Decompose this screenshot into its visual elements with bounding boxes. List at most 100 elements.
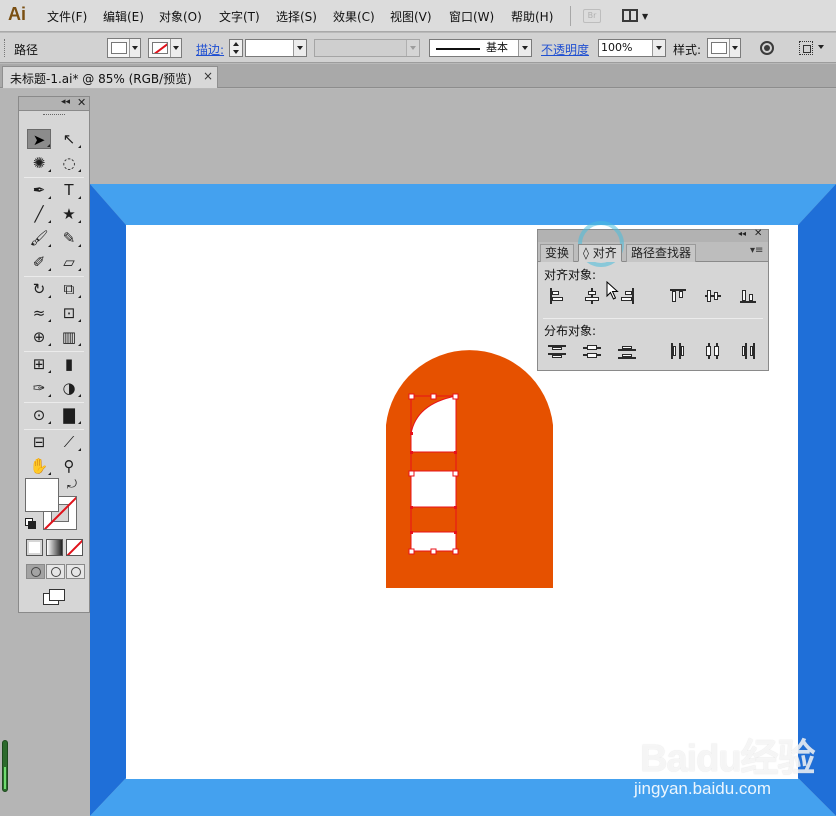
tools-panel-header[interactable]: ◂◂ ✕ <box>19 96 89 111</box>
menu-view[interactable]: 视图(V) <box>390 8 432 25</box>
blob-brush-icon[interactable]: ✐ <box>27 252 51 272</box>
horizontal-align-left-icon[interactable] <box>548 288 566 304</box>
document-tab[interactable]: 未标题-1.ai* @ 85% (RGB/预览) × <box>2 66 218 88</box>
pencil-icon[interactable]: ✎ <box>57 228 81 248</box>
horizontal-align-right-icon[interactable] <box>618 288 636 304</box>
default-fill-stroke-icon[interactable] <box>25 518 36 529</box>
stroke-panel-link[interactable]: 描边: <box>196 41 224 58</box>
menu-type[interactable]: 文字(T) <box>219 8 260 25</box>
lasso-icon[interactable]: ◌ <box>57 153 81 173</box>
vertical-align-top-icon[interactable] <box>669 288 687 304</box>
stroke-weight-field[interactable] <box>245 39 307 57</box>
screen-mode-icon[interactable] <box>43 589 65 605</box>
type-tool-icon[interactable]: T <box>57 180 81 200</box>
document-tab-title: 未标题-1.ai* @ 85% (RGB/预览) <box>10 72 192 86</box>
color-mode-button[interactable] <box>26 539 43 556</box>
align-panel: ◂◂ ✕ 变换 ◊ 对齐 路径查找器 ▾≡ 对齐对象: 分布对象: <box>537 228 769 371</box>
recolor-artwork-icon[interactable] <box>760 41 774 55</box>
width-tool-icon[interactable]: ≈ <box>27 303 51 323</box>
variable-width-profile-dropdown[interactable] <box>314 39 420 57</box>
vertical-align-bottom-icon[interactable] <box>739 288 757 304</box>
draw-inside-icon[interactable] <box>66 564 85 579</box>
collapse-icon[interactable]: ◂◂ <box>61 97 70 107</box>
zoom-tool-icon[interactable]: ⚲ <box>57 456 81 476</box>
blend-icon[interactable]: ◑ <box>57 378 81 398</box>
tab-align[interactable]: ◊ 对齐 <box>578 244 622 262</box>
horizontal-distribute-right-icon[interactable] <box>739 343 757 359</box>
tab-transform[interactable]: 变换 <box>540 244 575 262</box>
transform-icon[interactable] <box>799 41 813 55</box>
stroke-color-dropdown[interactable] <box>148 38 182 58</box>
watermark-logo: Baidu经验 <box>640 738 816 780</box>
panel-grip[interactable] <box>4 39 7 57</box>
menu-effect[interactable]: 效果(C) <box>333 8 375 25</box>
paintbrush-icon[interactable]: 🖌 <box>27 228 51 248</box>
opacity-panel-link[interactable]: 不透明度 <box>541 41 589 58</box>
vertical-distribute-center-icon[interactable] <box>583 343 601 359</box>
eyedropper-icon[interactable]: ✑ <box>27 378 51 398</box>
close-icon[interactable]: ✕ <box>77 96 86 109</box>
stroke-weight-stepper[interactable] <box>229 39 243 57</box>
line-tool-icon[interactable]: ╱ <box>27 204 51 224</box>
chevron-down-icon <box>297 46 303 50</box>
eraser-icon[interactable]: ▱ <box>57 252 81 272</box>
graphic-style-dropdown[interactable] <box>707 38 741 58</box>
menu-edit[interactable]: 编辑(E) <box>103 8 144 25</box>
menu-help[interactable]: 帮助(H) <box>511 8 553 25</box>
selection-tool-icon[interactable]: ➤ <box>27 129 51 149</box>
rotate-icon[interactable]: ↻ <box>27 279 51 299</box>
control-bar: 路径 描边: 基本 不透明度 100% 样式: <box>0 33 836 63</box>
fill-color-dropdown[interactable] <box>107 38 141 58</box>
brush-profile-label: 基本 <box>486 41 508 54</box>
close-icon[interactable]: ✕ <box>754 228 762 239</box>
brush-definition-dropdown[interactable]: 基本 <box>429 39 532 57</box>
scroll-indicator[interactable] <box>2 740 8 792</box>
magic-wand-icon[interactable]: ✺ <box>27 153 51 173</box>
symbol-sprayer-icon[interactable]: ⊙ <box>27 405 51 425</box>
close-icon[interactable]: × <box>203 69 213 83</box>
perspective-grid-icon[interactable]: ▥ <box>57 327 81 347</box>
horizontal-align-center-icon[interactable] <box>583 288 601 304</box>
menu-window[interactable]: 窗口(W) <box>449 8 494 25</box>
fill-color-swatch[interactable] <box>25 478 59 512</box>
menu-select[interactable]: 选择(S) <box>276 8 317 25</box>
hand-tool-icon[interactable]: ✋ <box>27 456 51 476</box>
chevron-down-icon[interactable] <box>818 45 824 49</box>
gradient-mode-button[interactable] <box>46 539 63 556</box>
vertical-align-center-icon[interactable] <box>704 288 722 304</box>
arch-artwork[interactable] <box>380 338 560 594</box>
none-mode-button[interactable] <box>66 539 83 556</box>
scale-icon[interactable]: ⧉ <box>57 279 81 299</box>
gradient-icon[interactable]: ▮ <box>57 354 81 374</box>
vertical-distribute-bottom-icon[interactable] <box>618 343 636 359</box>
menu-file[interactable]: 文件(F) <box>47 8 87 25</box>
panel-grip[interactable] <box>43 114 65 117</box>
tools-panel: ◂◂ ✕ ➤ ↖ ✺ ◌ ✒ T ╱ ★ 🖌 ✎ ✐ ▱ ↻ ⧉ ≈ ⊡ ⊕ ▥… <box>18 96 90 613</box>
draw-behind-icon[interactable] <box>46 564 65 579</box>
menu-object[interactable]: 对象(O) <box>159 8 202 25</box>
opacity-field[interactable]: 100% <box>598 39 666 57</box>
panel-menu-icon[interactable]: ▾≡ <box>750 245 763 256</box>
mesh-icon[interactable]: ⊞ <box>27 354 51 374</box>
horizontal-distribute-left-icon[interactable] <box>669 343 687 359</box>
bridge-button[interactable]: Br <box>583 9 601 23</box>
align-panel-header[interactable]: ◂◂ ✕ <box>538 228 768 242</box>
star-tool-icon[interactable]: ★ <box>57 204 81 224</box>
window-middle-shape <box>411 471 456 507</box>
horizontal-distribute-center-icon[interactable] <box>704 343 722 359</box>
draw-normal-icon[interactable] <box>26 564 45 579</box>
slice-tool-icon[interactable]: ⟋ <box>57 432 81 452</box>
swap-fill-stroke-icon[interactable]: ⤾ <box>67 477 77 492</box>
shape-builder-icon[interactable]: ⊕ <box>27 327 51 347</box>
artboard-tool-icon[interactable]: ⊟ <box>27 432 51 452</box>
column-graph-icon[interactable]: ▇ <box>57 405 81 425</box>
workspace-switcher-button[interactable]: ▼ <box>622 8 650 24</box>
vertical-distribute-top-icon[interactable] <box>548 343 566 359</box>
free-transform-icon[interactable]: ⊡ <box>57 303 81 323</box>
collapse-icon[interactable]: ◂◂ <box>738 229 746 238</box>
chevron-down-icon <box>173 46 179 50</box>
direct-selection-tool-icon[interactable]: ↖ <box>57 129 81 149</box>
pen-tool-icon[interactable]: ✒ <box>27 180 51 200</box>
chevron-down-icon <box>410 46 416 50</box>
tab-pathfinder[interactable]: 路径查找器 <box>626 244 697 262</box>
